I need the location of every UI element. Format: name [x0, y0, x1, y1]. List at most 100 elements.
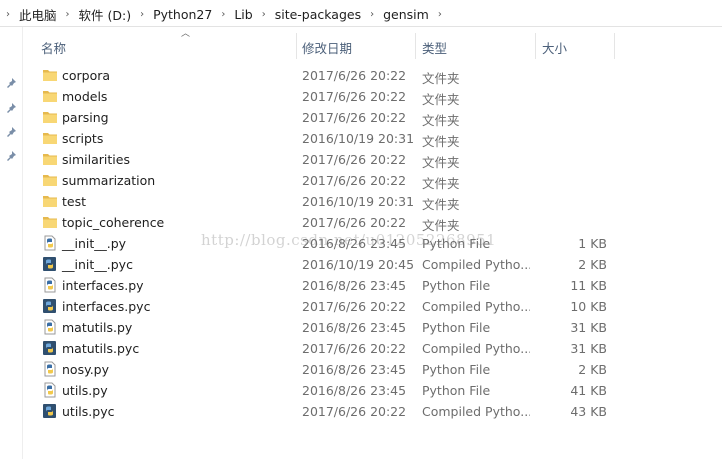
- file-row[interactable]: nosy.py 2016/8/26 23:45 Python File 2 KB: [22, 359, 722, 380]
- breadcrumb-item-drive[interactable]: 软件 (D:): [76, 5, 135, 24]
- file-row[interactable]: test 2016/10/19 20:31 文件夹: [22, 191, 722, 212]
- file-row[interactable]: parsing 2017/6/26 20:22 文件夹: [22, 107, 722, 128]
- file-row[interactable]: matutils.pyc 2017/6/26 20:22 Compiled Pyth…: [22, 338, 722, 359]
- file-name: interfaces.py: [62, 278, 144, 293]
- column-header-type[interactable]: 类型: [422, 38, 447, 58]
- file-row[interactable]: interfaces.py 2016/8/26 23:45 Python File 1…: [22, 275, 722, 296]
- column-header-name[interactable]: 名称: [41, 38, 66, 58]
- chevron-right-icon[interactable]: ›: [0, 9, 16, 20]
- chevron-right-icon[interactable]: ›: [60, 9, 76, 20]
- file-type: Compiled Pytho...: [422, 341, 530, 356]
- file-type: Python File: [422, 236, 491, 251]
- pin-icon[interactable]: [5, 77, 17, 89]
- file-row[interactable]: summarization 2017/6/26 20:22 文件夹: [22, 170, 722, 191]
- breadcrumb-item-site-packages[interactable]: site-packages: [272, 7, 364, 22]
- file-name: models: [62, 89, 108, 104]
- file-name: interfaces.pyc: [62, 299, 151, 314]
- column-header-date[interactable]: 修改日期: [302, 38, 352, 58]
- folder-icon: [42, 214, 58, 230]
- chevron-right-icon[interactable]: ›: [215, 9, 231, 20]
- pin-icon[interactable]: [5, 150, 17, 162]
- file-row[interactable]: matutils.py 2016/8/26 23:45 Python File 31 …: [22, 317, 722, 338]
- file-date-modified: 2016/8/26 23:45: [302, 383, 407, 398]
- file-date-modified: 2016/8/26 23:45: [302, 236, 407, 251]
- file-row[interactable]: scripts 2016/10/19 20:31 文件夹: [22, 128, 722, 149]
- breadcrumb-item-python27[interactable]: Python27: [150, 7, 215, 22]
- compiled-python-icon: [42, 340, 58, 356]
- breadcrumb-item-lib[interactable]: Lib: [231, 7, 255, 22]
- file-date-modified: 2016/8/26 23:45: [302, 362, 407, 377]
- file-row[interactable]: __init__.pyc 2016/10/19 20:45 Compiled Pyt…: [22, 254, 722, 275]
- chevron-right-icon[interactable]: ›: [364, 9, 380, 20]
- file-size: 2 KB: [578, 362, 607, 377]
- file-name: matutils.pyc: [62, 341, 140, 356]
- file-row[interactable]: models 2017/6/26 20:22 文件夹: [22, 86, 722, 107]
- file-date-modified: 2017/6/26 20:22: [302, 173, 407, 188]
- python-file-icon: [42, 361, 58, 377]
- file-date-modified: 2016/10/19 20:31: [302, 194, 415, 209]
- compiled-python-icon: [42, 403, 58, 419]
- chevron-right-icon[interactable]: ›: [134, 9, 150, 20]
- file-type: Compiled Pytho...: [422, 257, 530, 272]
- file-name: __init__.py: [62, 236, 127, 251]
- file-name: test: [62, 194, 87, 209]
- file-name: corpora: [62, 68, 111, 83]
- file-date-modified: 2017/6/26 20:22: [302, 89, 407, 104]
- folder-icon: [42, 193, 58, 209]
- file-type: Python File: [422, 383, 491, 398]
- file-name: utils.py: [62, 383, 108, 398]
- column-divider[interactable]: [415, 33, 416, 59]
- file-row[interactable]: __init__.py 2016/8/26 23:45 Python File 1 K…: [22, 233, 722, 254]
- column-divider[interactable]: [614, 33, 615, 59]
- file-row[interactable]: utils.py 2016/8/26 23:45 Python File 41 KB: [22, 380, 722, 401]
- folder-icon: [42, 109, 58, 125]
- file-size: 11 KB: [570, 278, 607, 293]
- file-date-modified: 2016/10/19 20:45: [302, 257, 415, 272]
- python-file-icon: [42, 235, 58, 251]
- file-type: Compiled Pytho...: [422, 299, 530, 314]
- file-date-modified: 2016/10/19 20:31: [302, 131, 415, 146]
- file-row[interactable]: topic_coherence 2017/6/26 20:22 文件夹: [22, 212, 722, 233]
- file-size: 2 KB: [578, 257, 607, 272]
- folder-icon: [42, 88, 58, 104]
- python-file-icon: [42, 319, 58, 335]
- file-size: 31 KB: [570, 341, 607, 356]
- file-size: 1 KB: [578, 236, 607, 251]
- file-type: 文件夹: [422, 92, 460, 107]
- file-date-modified: 2017/6/26 20:22: [302, 215, 407, 230]
- column-divider[interactable]: [296, 33, 297, 59]
- file-type: Python File: [422, 320, 491, 335]
- file-type: 文件夹: [422, 134, 460, 149]
- file-type: 文件夹: [422, 197, 460, 212]
- file-name: nosy.py: [62, 362, 110, 377]
- file-type: 文件夹: [422, 155, 460, 170]
- python-file-icon: [42, 277, 58, 293]
- file-date-modified: 2017/6/26 20:22: [302, 404, 407, 419]
- address-bar[interactable]: › 此电脑 › 软件 (D:) › Python27 › Lib › site-…: [0, 0, 722, 27]
- file-row[interactable]: corpora 2017/6/26 20:22 文件夹: [22, 65, 722, 86]
- breadcrumb-item-this-pc[interactable]: 此电脑: [16, 5, 60, 24]
- file-size: 41 KB: [570, 383, 607, 398]
- file-date-modified: 2017/6/26 20:22: [302, 110, 407, 125]
- folder-icon: [42, 172, 58, 188]
- file-name: utils.pyc: [62, 404, 115, 419]
- column-header-size[interactable]: 大小: [542, 38, 567, 58]
- file-name: topic_coherence: [62, 215, 165, 230]
- pin-icon[interactable]: [5, 102, 17, 114]
- file-date-modified: 2017/6/26 20:22: [302, 341, 407, 356]
- breadcrumb: › 此电脑 › 软件 (D:) › Python27 › Lib › site-…: [0, 5, 448, 24]
- breadcrumb-item-gensim[interactable]: gensim: [380, 7, 432, 22]
- file-row[interactable]: interfaces.pyc 2017/6/26 20:22 Compiled Py…: [22, 296, 722, 317]
- file-date-modified: 2016/8/26 23:45: [302, 278, 407, 293]
- file-name: summarization: [62, 173, 156, 188]
- chevron-right-icon[interactable]: ›: [432, 9, 448, 20]
- file-date-modified: 2017/6/26 20:22: [302, 152, 407, 167]
- chevron-right-icon[interactable]: ›: [256, 9, 272, 20]
- compiled-python-icon: [42, 256, 58, 272]
- file-row[interactable]: utils.pyc 2017/6/26 20:22 Compiled Pytho..…: [22, 401, 722, 422]
- pin-icon[interactable]: [5, 126, 17, 138]
- column-divider[interactable]: [535, 33, 536, 59]
- file-type: 文件夹: [422, 71, 460, 86]
- column-header-bar: ︿ 名称 修改日期 类型 大小: [22, 27, 722, 64]
- file-row[interactable]: similarities 2017/6/26 20:22 文件夹: [22, 149, 722, 170]
